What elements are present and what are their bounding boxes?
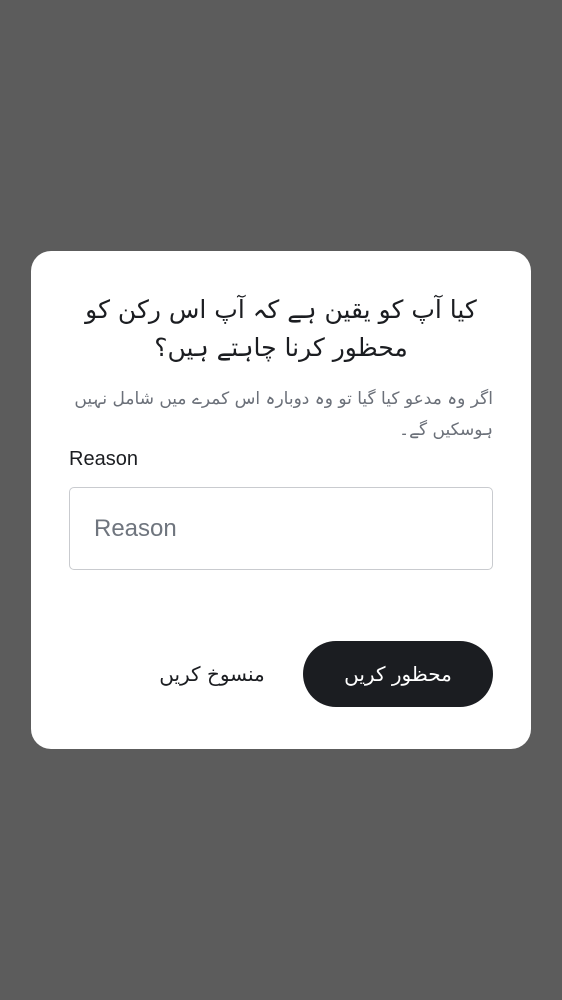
cancel-button[interactable]: منسوخ کریں xyxy=(145,641,279,707)
reason-input[interactable] xyxy=(69,487,493,570)
dialog-title: کیا آپ کو یقین ہے کہ آپ اس رکن کو محظور … xyxy=(85,295,477,362)
ban-button[interactable]: محظور کریں xyxy=(303,641,493,707)
dialog-actions: منسوخ کریں محظور کریں xyxy=(69,641,493,707)
ban-member-dialog: کیا آپ کو یقین ہے کہ آپ اس رکن کو محظور … xyxy=(31,251,531,749)
reason-label: Reason xyxy=(69,448,138,470)
dialog-description: اگر وہ مدعو کیا گیا تو وہ دوبارہ اس کمرے… xyxy=(74,389,493,440)
